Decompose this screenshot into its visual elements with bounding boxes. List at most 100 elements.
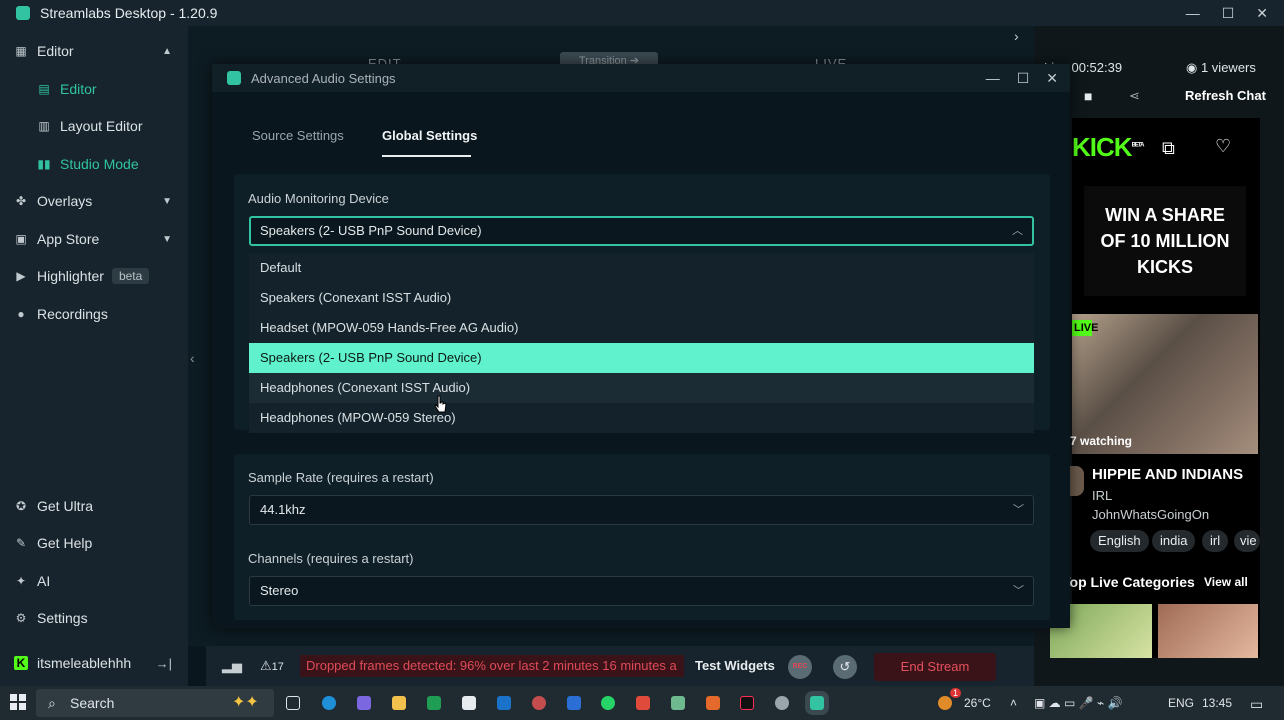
sidebar-item-ai[interactable]: ✦ AI bbox=[0, 564, 188, 598]
sidebar-item-get-help[interactable]: ✎ Get Help bbox=[0, 526, 188, 560]
replay-buffer-icon[interactable]: ↺ bbox=[833, 655, 857, 679]
ai-icon: ✦ bbox=[15, 574, 27, 588]
language-indicator[interactable]: ENG bbox=[1168, 696, 1194, 710]
sidebar-item-label: Studio Mode bbox=[60, 156, 139, 172]
refresh-chat-button[interactable]: Refresh Chat bbox=[1185, 88, 1266, 103]
test-widgets-button[interactable]: Test Widgets bbox=[695, 658, 775, 673]
search-icon: ⌕ bbox=[48, 695, 56, 711]
close-icon[interactable]: ✕ bbox=[1046, 70, 1058, 87]
editor-icon: ▦ bbox=[15, 44, 27, 58]
chevron-up-icon: ︿ bbox=[1012, 225, 1023, 237]
store-app-icon[interactable] bbox=[462, 696, 476, 710]
chevron-down-icon: ﹀ bbox=[1013, 585, 1024, 597]
tag-india[interactable]: india bbox=[1152, 530, 1196, 552]
stats-icon[interactable]: ▂▅ bbox=[222, 658, 242, 674]
streamer-avatar[interactable] bbox=[1070, 466, 1084, 496]
editor-icon: ▤ bbox=[38, 82, 50, 96]
sidebar-item-recordings[interactable]: ● Recordings bbox=[0, 297, 188, 331]
share-icon[interactable]: ⋖ bbox=[1129, 88, 1140, 104]
sidebar-item-get-ultra[interactable]: ✪ Get Ultra bbox=[0, 489, 188, 523]
task-view-icon[interactable] bbox=[286, 696, 300, 710]
sidebar-item-label: AI bbox=[37, 573, 51, 589]
dropdown-option-hovered[interactable]: Headphones (Conexant ISST Audio) bbox=[249, 373, 1034, 403]
logout-icon[interactable]: →| bbox=[156, 656, 172, 671]
minimize-icon[interactable]: — bbox=[986, 70, 1000, 86]
kick-icon: K bbox=[14, 656, 28, 670]
tab-global-settings[interactable]: Global Settings bbox=[382, 128, 477, 143]
studio-mode-icon: ▮▮ bbox=[37, 157, 51, 171]
temperature[interactable]: 26°C bbox=[964, 696, 991, 710]
whatsapp-icon[interactable] bbox=[601, 696, 615, 710]
sidebar-item-overlays[interactable]: ✤ Overlays ▼ bbox=[0, 184, 188, 218]
tab-source-settings[interactable]: Source Settings bbox=[252, 128, 344, 143]
kick-promo-banner[interactable]: WIN A SHARE OF 10 MILLION KICKS bbox=[1084, 186, 1246, 296]
end-stream-button[interactable]: End Stream bbox=[874, 653, 996, 681]
channels-select[interactable]: Stereo ﹀ bbox=[249, 576, 1034, 606]
heart-icon[interactable]: ♡ bbox=[1215, 136, 1231, 157]
stream-category[interactable]: IRL bbox=[1092, 488, 1112, 503]
record-button[interactable]: REC bbox=[788, 655, 812, 679]
copilot-icon[interactable] bbox=[357, 696, 371, 710]
view-all-link[interactable]: View all bbox=[1204, 575, 1248, 589]
tag-irl[interactable]: irl bbox=[1202, 530, 1229, 552]
expand-chevron-icon[interactable]: › bbox=[1014, 28, 1019, 44]
sidebar-item-studio-mode[interactable]: ▮▮ Studio Mode bbox=[0, 147, 188, 181]
tag-english[interactable]: English bbox=[1090, 530, 1149, 552]
taskbar-search[interactable]: ⌕ Search ✦✦ bbox=[36, 689, 274, 717]
notification-icon[interactable]: ▭ bbox=[1250, 696, 1263, 713]
app-icon[interactable] bbox=[532, 696, 546, 710]
outlook-icon[interactable] bbox=[497, 696, 511, 710]
tiktok-icon[interactable] bbox=[740, 696, 754, 710]
app-icon[interactable] bbox=[671, 696, 685, 710]
dropdown-option[interactable]: Speakers (Conexant ISST Audio) bbox=[249, 283, 1034, 313]
sidebar-item-layout-editor[interactable]: ▥ Layout Editor bbox=[0, 109, 188, 143]
stream-thumbnail[interactable] bbox=[1072, 314, 1258, 454]
category-thumbnail[interactable] bbox=[1158, 604, 1258, 658]
sidebar-item-editor[interactable]: ▤ Editor bbox=[0, 72, 188, 106]
collapse-sidebar-icon[interactable]: ‹ bbox=[190, 350, 195, 366]
maximize-icon[interactable]: ☐ bbox=[1017, 70, 1030, 87]
tag-vie[interactable]: vie bbox=[1234, 530, 1260, 552]
excel-icon[interactable] bbox=[427, 696, 441, 710]
monitoring-device-dropdown: Default Speakers (Conexant ISST Audio) H… bbox=[249, 253, 1034, 433]
dropdown-option[interactable]: Default bbox=[249, 253, 1034, 283]
sidebar-item-label: Editor bbox=[60, 81, 97, 97]
monitoring-device-select[interactable]: Speakers (2- USB PnP Sound Device) ︿ bbox=[249, 216, 1034, 246]
stream-title[interactable]: HIPPIE AND INDIANS bbox=[1092, 466, 1243, 483]
sidebar-item-editor-group[interactable]: ▦ Editor ▲ bbox=[0, 34, 188, 68]
dropdown-option-selected[interactable]: Speakers (2- USB PnP Sound Device) bbox=[249, 343, 1034, 373]
browse-icon[interactable]: ⧉ bbox=[1162, 138, 1175, 159]
sample-rate-label: Sample Rate (requires a restart) bbox=[248, 470, 434, 485]
maximize-icon[interactable]: ☐ bbox=[1222, 5, 1235, 22]
weather-icon[interactable] bbox=[938, 696, 952, 710]
word-icon[interactable] bbox=[567, 696, 581, 710]
close-icon[interactable]: ✕ bbox=[1256, 5, 1268, 22]
sample-rate-select[interactable]: 44.1khz ﹀ bbox=[249, 495, 1034, 525]
sidebar-item-label: Recordings bbox=[37, 306, 108, 322]
clock[interactable]: 13:45 bbox=[1202, 696, 1232, 710]
warning-icon[interactable]: ⚠17 bbox=[260, 658, 284, 674]
dropdown-option[interactable]: Headphones (MPOW-059 Stereo) bbox=[249, 403, 1034, 433]
sidebar-item-highlighter[interactable]: ▶ Highlighter beta bbox=[0, 259, 188, 293]
top-categories-heading: Top Live Categories bbox=[1062, 574, 1195, 590]
minimize-icon[interactable]: — bbox=[1186, 5, 1200, 21]
windows-start-icon[interactable] bbox=[10, 694, 26, 710]
app-icon[interactable] bbox=[636, 696, 650, 710]
edge-icon[interactable] bbox=[322, 696, 336, 710]
streamlabs-taskbar-icon[interactable] bbox=[810, 696, 824, 710]
sidebar-item-app-store[interactable]: ▣ App Store ▼ bbox=[0, 222, 188, 256]
streamer-name[interactable]: JohnWhatsGoingOn bbox=[1092, 507, 1209, 522]
dropped-frames-notice[interactable]: Dropped frames detected: 96% over last 2… bbox=[300, 655, 684, 677]
file-explorer-icon[interactable] bbox=[392, 696, 406, 710]
dropdown-option[interactable]: Headset (MPOW-059 Hands-Free AG Audio) bbox=[249, 313, 1034, 343]
settings-app-icon[interactable] bbox=[775, 696, 789, 710]
window-controls: — ☐ ✕ bbox=[1186, 0, 1268, 26]
chevron-up-icon[interactable]: ˄ bbox=[1010, 696, 1017, 710]
active-tab-indicator bbox=[382, 155, 471, 157]
app-icon[interactable] bbox=[706, 696, 720, 710]
settings-icon: ⚙ bbox=[15, 611, 27, 625]
sidebar-item-account[interactable]: K itsmeleablehhh →| bbox=[0, 646, 188, 680]
popout-icon[interactable]: ■ bbox=[1084, 88, 1092, 104]
sidebar-item-settings[interactable]: ⚙ Settings bbox=[0, 601, 188, 635]
tray-icons[interactable]: ▣ ☁ ▭ 🎤 ⌁ 🔊 bbox=[1034, 696, 1122, 710]
